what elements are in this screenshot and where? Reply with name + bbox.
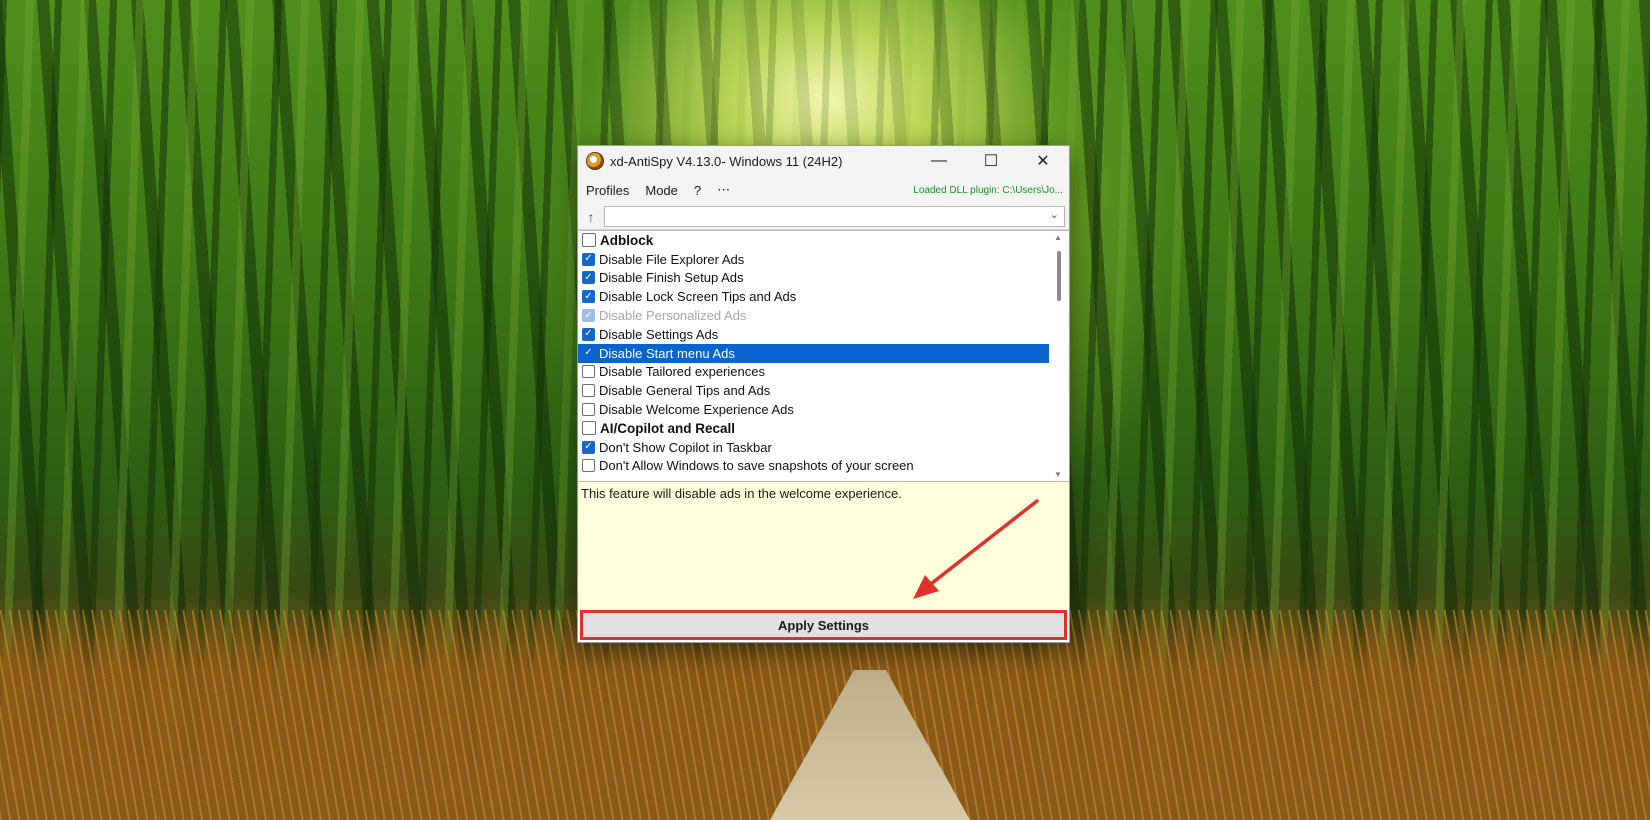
- arrow-up-icon[interactable]: ↑: [580, 209, 602, 225]
- category-row[interactable]: AI/Copilot and Recall: [578, 419, 1049, 438]
- feature-label: Disable Tailored experiences: [599, 364, 765, 380]
- feature-row[interactable]: Don't Allow Windows to save snapshots of…: [578, 457, 1049, 476]
- checkbox[interactable]: ✓: [582, 440, 595, 454]
- app-icon: [586, 152, 604, 170]
- checkbox[interactable]: [582, 403, 595, 417]
- window-title: xd-AntiSpy V4.13.0- Windows 11 (24H2): [610, 153, 843, 169]
- feature-row[interactable]: ✓ Disable Settings Ads: [578, 325, 1049, 344]
- apply-settings-button[interactable]: Apply Settings: [580, 610, 1067, 640]
- feature-row[interactable]: ✓ Disable Lock Screen Tips and Ads: [578, 287, 1049, 306]
- chevron-down-icon[interactable]: ⌄: [1050, 208, 1059, 221]
- annotation-arrow: [913, 499, 1039, 599]
- feature-label: Disable General Tips and Ads: [599, 383, 771, 399]
- more-options-icon[interactable]: ⋯: [717, 182, 730, 198]
- menu-profiles[interactable]: Profiles: [586, 183, 629, 198]
- feature-row[interactable]: ✓ Disable Start menu Ads: [578, 343, 1049, 363]
- checkbox[interactable]: ✓: [582, 252, 595, 266]
- feature-label: Disable Personalized Ads: [599, 308, 747, 324]
- menu-bar: Profiles Mode ? ⋯ Loaded DLL plugin: C:\…: [578, 176, 1069, 204]
- menu-help[interactable]: ?: [694, 183, 701, 198]
- checkbox[interactable]: [582, 459, 595, 473]
- checkbox[interactable]: [582, 365, 595, 379]
- feature-label: Disable Lock Screen Tips and Ads: [599, 289, 797, 305]
- feature-row[interactable]: Disable General Tips and Ads: [578, 381, 1049, 400]
- checkbox[interactable]: [582, 233, 596, 248]
- search-row: ↑ ⌄: [578, 204, 1069, 230]
- plugin-status: Loaded DLL plugin: C:\Users\Jo...: [913, 184, 1063, 196]
- checkbox[interactable]: ✓: [582, 290, 595, 304]
- feature-label: Don't Allow Windows to save snapshots of…: [599, 458, 914, 474]
- feature-label: AI/Copilot and Recall: [600, 420, 736, 436]
- checkbox[interactable]: ✓: [582, 347, 595, 360]
- search-combobox[interactable]: ⌄: [604, 206, 1065, 227]
- scroll-down-icon[interactable]: ▼: [1054, 470, 1062, 479]
- feature-label: Disable Finish Setup Ads: [599, 270, 744, 286]
- checkbox[interactable]: ✓: [582, 309, 595, 323]
- feature-row[interactable]: Disable Tailored experiences: [578, 363, 1049, 382]
- feature-row[interactable]: ✓ Disable File Explorer Ads: [578, 250, 1049, 269]
- menu-mode[interactable]: Mode: [645, 183, 678, 198]
- checkbox[interactable]: ✓: [582, 327, 595, 341]
- feature-label: Disable Welcome Experience Ads: [599, 402, 794, 418]
- minimize-icon[interactable]: —: [913, 146, 965, 176]
- maximize-icon[interactable]: ☐: [965, 146, 1017, 176]
- path-background: [770, 670, 970, 820]
- scroll-thumb[interactable]: [1057, 251, 1061, 301]
- scroll-up-icon[interactable]: ▲: [1054, 233, 1062, 242]
- feature-row[interactable]: ✓ Disable Personalized Ads: [578, 306, 1049, 325]
- feature-row[interactable]: ✓ Don't Show Copilot in Taskbar: [578, 438, 1049, 457]
- checkbox[interactable]: [582, 421, 596, 436]
- feature-label: Adblock: [600, 232, 654, 248]
- feature-label: Disable Settings Ads: [599, 326, 719, 342]
- category-row[interactable]: Adblock: [578, 231, 1049, 250]
- scrollbar[interactable]: ▲ ▼: [1050, 231, 1068, 481]
- features-list[interactable]: Adblock ✓ Disable File Explorer Ads ✓ Disabl…: [578, 230, 1069, 482]
- close-icon[interactable]: ✕: [1017, 146, 1069, 176]
- checkbox[interactable]: [582, 384, 595, 398]
- feature-row[interactable]: ✓ Disable Finish Setup Ads: [578, 269, 1049, 288]
- feature-label: Disable File Explorer Ads: [599, 251, 745, 267]
- feature-label: Don't Show Copilot in Taskbar: [599, 439, 772, 455]
- feature-row[interactable]: Disable Welcome Experience Ads: [578, 400, 1049, 419]
- checkbox[interactable]: ✓: [582, 271, 595, 285]
- title-bar[interactable]: xd-AntiSpy V4.13.0- Windows 11 (24H2) — …: [578, 146, 1069, 176]
- feature-label: Disable Start menu Ads: [599, 345, 735, 361]
